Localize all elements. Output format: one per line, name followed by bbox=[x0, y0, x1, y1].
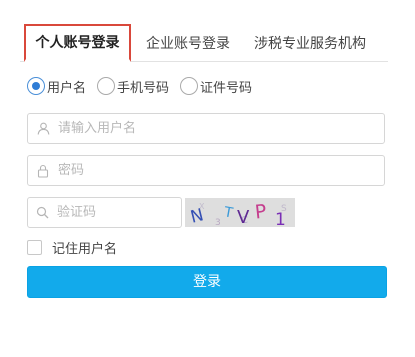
tab-personal-account[interactable]: 个人账号登录 bbox=[24, 24, 131, 62]
remember-checkbox[interactable] bbox=[27, 240, 42, 255]
login-button[interactable]: 登录 bbox=[27, 266, 387, 298]
username-field bbox=[27, 113, 385, 144]
username-input[interactable] bbox=[58, 114, 384, 143]
radio-phone-label: 手机号码 bbox=[117, 80, 170, 96]
captcha-image[interactable]: 3 C S X N T V P 1 bbox=[185, 198, 295, 227]
radio-id-number-label: 证件号码 bbox=[200, 80, 253, 96]
login-type-group: 用户名 手机号码 证件号码 bbox=[27, 76, 263, 96]
captcha-field bbox=[27, 197, 227, 228]
radio-username-label: 用户名 bbox=[47, 80, 87, 96]
login-type-username[interactable]: 用户名 bbox=[27, 77, 86, 96]
remember-label: 记住用户名 bbox=[52, 242, 118, 257]
remember-username: 记住用户名 bbox=[27, 238, 117, 257]
tab-enterprise-account[interactable]: 企业账号登录 bbox=[146, 26, 230, 62]
login-tabs: 个人账号登录 企业账号登录 涉税专业服务机构 bbox=[20, 20, 388, 62]
captcha-noise-char: 3 bbox=[215, 218, 221, 227]
captcha-char: V bbox=[237, 207, 250, 227]
search-icon bbox=[36, 206, 49, 220]
password-field bbox=[27, 155, 385, 186]
login-type-phone[interactable]: 手机号码 bbox=[97, 77, 169, 96]
captcha-char: T bbox=[222, 204, 235, 221]
radio-username[interactable] bbox=[27, 77, 45, 95]
lock-icon bbox=[36, 164, 50, 178]
login-type-id-number[interactable]: 证件号码 bbox=[180, 77, 252, 96]
captcha-char: P bbox=[254, 200, 268, 223]
radio-phone[interactable] bbox=[97, 77, 116, 95]
password-input[interactable] bbox=[58, 156, 384, 185]
user-icon bbox=[36, 122, 50, 136]
tab-tax-agency[interactable]: 涉税专业服务机构 bbox=[254, 26, 366, 62]
radio-id-number[interactable] bbox=[180, 77, 199, 95]
captcha-char: 1 bbox=[275, 210, 286, 227]
